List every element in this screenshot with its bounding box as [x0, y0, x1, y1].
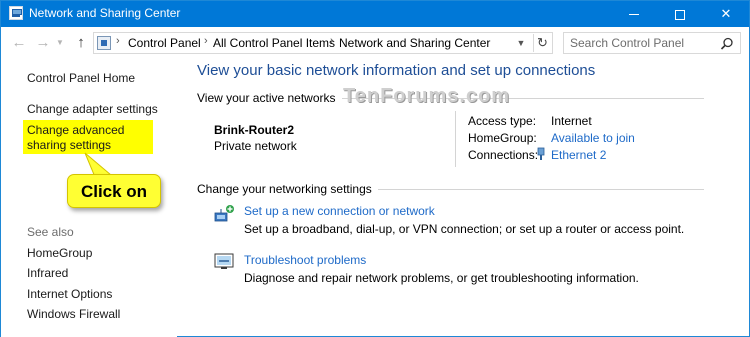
- see-also-label: See also: [27, 225, 74, 239]
- chevron-down-icon: ▼: [516, 38, 526, 48]
- address-bar[interactable]: › Control Panel › All Control Panel Item…: [93, 32, 553, 54]
- homegroup-link[interactable]: Available to join: [551, 131, 635, 145]
- chevron-right-icon[interactable]: ›: [116, 35, 120, 47]
- search-icon[interactable]: [719, 36, 735, 52]
- troubleshoot-description: Diagnose and repair network problems, or…: [244, 271, 639, 285]
- recent-locations-button[interactable]: ▼: [55, 35, 65, 51]
- maximize-icon: [675, 9, 685, 20]
- refresh-icon: ↻: [537, 35, 548, 50]
- search-box[interactable]: [563, 32, 741, 54]
- chevron-right-icon[interactable]: ›: [330, 35, 334, 47]
- troubleshoot-icon: [214, 253, 234, 269]
- network-name: Brink-Router2: [214, 123, 295, 137]
- change-adapter-settings-link[interactable]: Change adapter settings: [27, 102, 158, 116]
- ethernet-connection-link[interactable]: Ethernet 2: [551, 148, 606, 162]
- window: Network and Sharing Center ✕ ← → ▼ ↑ › C…: [0, 0, 750, 337]
- minimize-button[interactable]: [611, 1, 657, 27]
- callout-text: Click on: [80, 182, 148, 201]
- back-arrow-icon: ←: [11, 34, 27, 51]
- forward-arrow-icon: →: [35, 34, 51, 51]
- close-button[interactable]: ✕: [703, 1, 749, 27]
- window-title: Network and Sharing Center: [29, 6, 181, 20]
- new-connection-icon: [214, 205, 234, 222]
- see-also-homegroup-link[interactable]: HomeGroup: [27, 246, 92, 260]
- address-dropdown-button[interactable]: ▼: [513, 36, 529, 50]
- up-button[interactable]: ↑: [73, 35, 89, 51]
- setup-connection-description: Set up a broadband, dial-up, or VPN conn…: [244, 222, 685, 236]
- chevron-down-icon: ▼: [56, 38, 64, 47]
- change-advanced-sharing-link[interactable]: Change advanced sharing settings: [27, 123, 151, 153]
- page-title: View your basic network information and …: [197, 62, 596, 79]
- network-type: Private network: [214, 139, 297, 153]
- active-networks-heading: View your active networks: [197, 91, 342, 105]
- maximize-button[interactable]: [657, 1, 703, 27]
- setup-connection-link[interactable]: Set up a new connection or network: [244, 204, 435, 218]
- connections-label: Connections:: [468, 148, 539, 162]
- control-panel-icon: [97, 36, 111, 50]
- access-type-label: Access type:: [468, 114, 537, 128]
- forward-button[interactable]: →: [35, 35, 51, 51]
- homegroup-label: HomeGroup:: [468, 131, 537, 145]
- breadcrumb-control-panel[interactable]: Control Panel: [128, 36, 201, 50]
- see-also-internet-options-link[interactable]: Internet Options: [27, 287, 112, 301]
- chevron-right-icon[interactable]: ›: [204, 35, 208, 47]
- breadcrumb-all-items[interactable]: All Control Panel Items: [213, 36, 335, 50]
- close-icon: ✕: [720, 6, 732, 21]
- troubleshoot-link[interactable]: Troubleshoot problems: [244, 253, 366, 267]
- see-also-infrared-link[interactable]: Infrared: [27, 266, 68, 280]
- ethernet-icon: [537, 147, 545, 160]
- network-divider: [455, 111, 456, 167]
- change-settings-heading: Change your networking settings: [197, 182, 378, 196]
- breadcrumb-network-center[interactable]: Network and Sharing Center: [339, 36, 490, 50]
- title-bar[interactable]: Network and Sharing Center ✕: [1, 1, 749, 27]
- back-button[interactable]: ←: [11, 35, 27, 51]
- access-type-value: Internet: [551, 114, 592, 128]
- callout-bubble: Click on: [67, 174, 161, 208]
- minimize-icon: [629, 14, 639, 16]
- navigation-bar: ← → ▼ ↑ › Control Panel › All Control Pa…: [1, 27, 749, 61]
- see-also-windows-firewall-link[interactable]: Windows Firewall: [27, 307, 120, 321]
- network-center-icon: [9, 6, 23, 20]
- watermark: TenForums.com: [343, 85, 511, 107]
- refresh-button[interactable]: ↻: [533, 34, 551, 52]
- control-panel-home-link[interactable]: Control Panel Home: [27, 71, 135, 85]
- up-arrow-icon: ↑: [77, 34, 85, 51]
- search-input[interactable]: [570, 35, 710, 51]
